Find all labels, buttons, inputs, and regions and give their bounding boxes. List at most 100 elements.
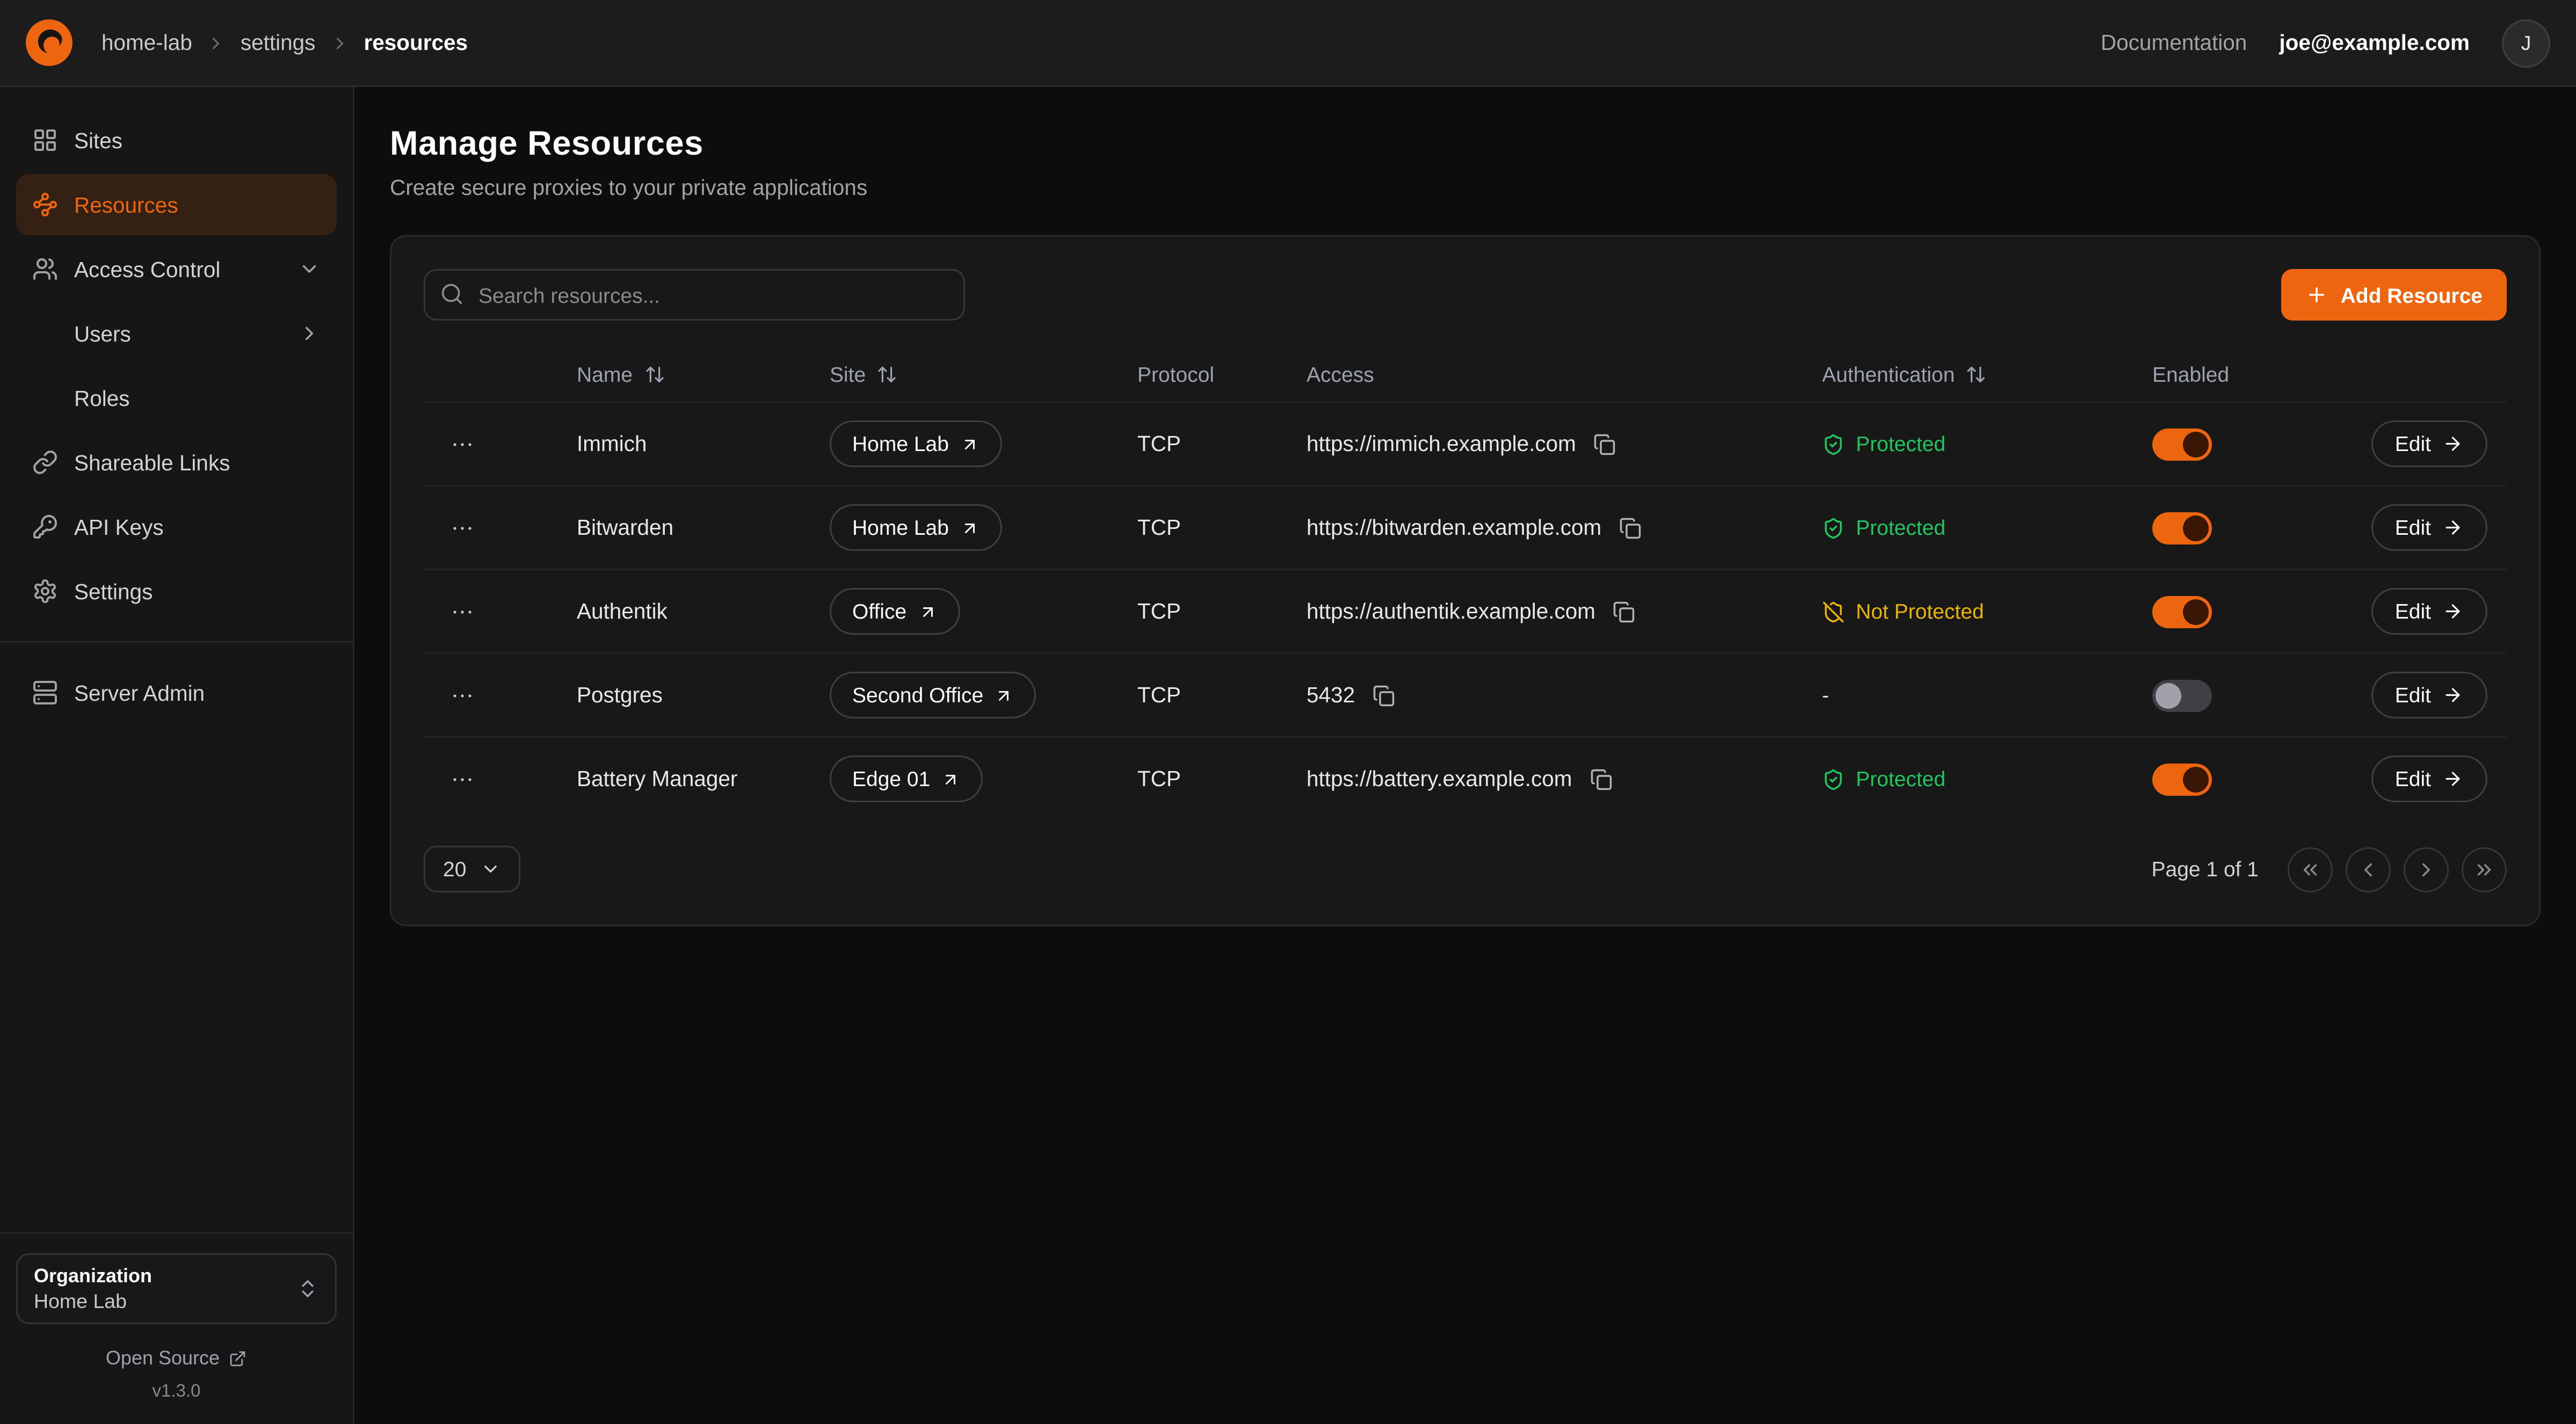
avatar[interactable]: J [2502,19,2550,67]
ellipsis-icon [449,766,475,792]
table-toolbar: Add Resource [424,269,2507,321]
auth-cell: Not Protected [1822,599,2152,623]
resource-protocol: TCP [1137,599,1307,623]
arrow-up-right-icon [960,434,979,454]
chevrons-right-icon [2473,858,2495,881]
resource-name: Postgres [577,683,830,707]
row-menu-button[interactable] [443,760,482,798]
auth-status-label: Protected [1856,767,1946,791]
sidebar-item-label: Users [74,322,131,346]
next-page-button[interactable] [2404,847,2449,892]
sidebar-item-settings[interactable]: Settings [16,561,337,622]
site-link-button[interactable]: Office [830,588,960,635]
access-url: 5432 [1307,683,1355,707]
breadcrumb-settings[interactable]: settings [241,31,316,55]
edit-button[interactable]: Edit [2371,420,2487,467]
site-link-button[interactable]: Home Lab [830,504,1002,551]
last-page-button[interactable] [2462,847,2507,892]
gear-icon [32,578,58,604]
chevron-down-icon [481,859,502,880]
enabled-toggle[interactable] [2152,763,2212,795]
edit-button[interactable]: Edit [2371,672,2487,718]
edit-button[interactable]: Edit [2371,588,2487,635]
sidebar-item-roles[interactable]: Roles [16,367,337,428]
shield-check-icon [1822,517,1845,539]
site-link-button[interactable]: Home Lab [830,420,1002,467]
sidebar-item-resources[interactable]: Resources [16,174,337,235]
search-input[interactable] [424,269,965,321]
auth-status-label: Protected [1856,432,1946,456]
copy-icon [1594,433,1616,455]
enabled-toggle[interactable] [2152,512,2212,544]
sidebar-divider [0,641,353,643]
column-header-site[interactable]: Site [830,362,1137,386]
column-header-name[interactable]: Name [577,362,830,386]
copy-button[interactable] [1610,597,1639,626]
copy-icon [1590,768,1612,790]
sidebar-bottom: Organization Home Lab Open Source v1.3.0 [0,1232,353,1424]
key-icon [32,514,58,540]
arrow-up-right-icon [960,518,979,537]
first-page-button[interactable] [2288,847,2333,892]
org-selector[interactable]: Organization Home Lab [16,1253,337,1324]
site-link-button[interactable]: Second Office [830,672,1036,718]
table-row: Immich Home Lab TCP https://immich.examp… [424,401,2507,485]
shield-check-icon [1822,433,1845,455]
sidebar-item-access-control[interactable]: Access Control [16,238,337,300]
auth-status-label: Protected [1856,515,1946,540]
site-link-button[interactable]: Edge 01 [830,755,983,802]
sidebar-item-shareable-links[interactable]: Shareable Links [16,432,337,493]
sidebar-item-label: API Keys [74,515,164,539]
auth-cell: Protected [1822,432,2152,456]
row-menu-button[interactable] [443,508,482,547]
previous-page-button[interactable] [2346,847,2391,892]
copy-button[interactable] [1616,513,1645,542]
copy-button[interactable] [1591,430,1620,459]
enabled-toggle[interactable] [2152,595,2212,628]
enabled-toggle[interactable] [2152,679,2212,711]
breadcrumb: home-lab settings resources [101,31,468,55]
ellipsis-icon [449,682,475,708]
chevrons-left-icon [2299,858,2321,881]
app-logo-icon[interactable] [26,19,72,66]
chevron-left-icon [2357,858,2379,881]
resource-name: Bitwarden [577,515,830,540]
table-body: Immich Home Lab TCP https://immich.examp… [424,401,2507,820]
page-size-select[interactable]: 20 [424,846,521,892]
chevron-right-icon [330,33,349,53]
users-icon [32,256,58,282]
sidebar-item-sites[interactable]: Sites [16,110,337,171]
edit-button[interactable]: Edit [2371,755,2487,802]
resource-name: Authentik [577,599,830,623]
sort-icon [877,364,898,384]
sidebar-item-server-admin[interactable]: Server Admin [16,662,337,723]
sidebar-item-api-keys[interactable]: API Keys [16,496,337,557]
row-menu-button[interactable] [443,425,482,463]
copy-button[interactable] [1369,681,1398,710]
column-header-authentication[interactable]: Authentication [1822,362,2152,386]
row-menu-button[interactable] [443,592,482,631]
add-resource-button[interactable]: Add Resource [2281,269,2507,321]
plus-icon [2305,284,2328,306]
row-menu-button[interactable] [443,676,482,715]
column-header-access: Access [1307,362,1822,386]
access-url: https://immich.example.com [1307,432,1576,456]
documentation-link[interactable]: Documentation [2101,31,2247,55]
resources-icon [32,192,58,217]
page-subtitle: Create secure proxies to your private ap… [390,176,2541,200]
chevron-right-icon [298,322,321,345]
search-wrap [424,269,965,321]
enabled-toggle[interactable] [2152,428,2212,460]
breadcrumb-org[interactable]: home-lab [101,31,192,55]
main-content: Manage Resources Create secure proxies t… [354,87,2576,1424]
column-header-enabled: Enabled [2152,362,2357,386]
open-source-link[interactable]: Open Source [16,1347,337,1369]
sidebar-divider [0,1232,353,1234]
resources-card: Add Resource Name Site Protocol [390,235,2541,926]
sidebar-item-label: Access Control [74,257,220,281]
org-selector-value: Home Lab [34,1290,152,1313]
sidebar-item-users[interactable]: Users [16,303,337,364]
edit-button[interactable]: Edit [2371,504,2487,551]
copy-button[interactable] [1586,765,1615,794]
page-info: Page 1 of 1 [2152,857,2259,881]
